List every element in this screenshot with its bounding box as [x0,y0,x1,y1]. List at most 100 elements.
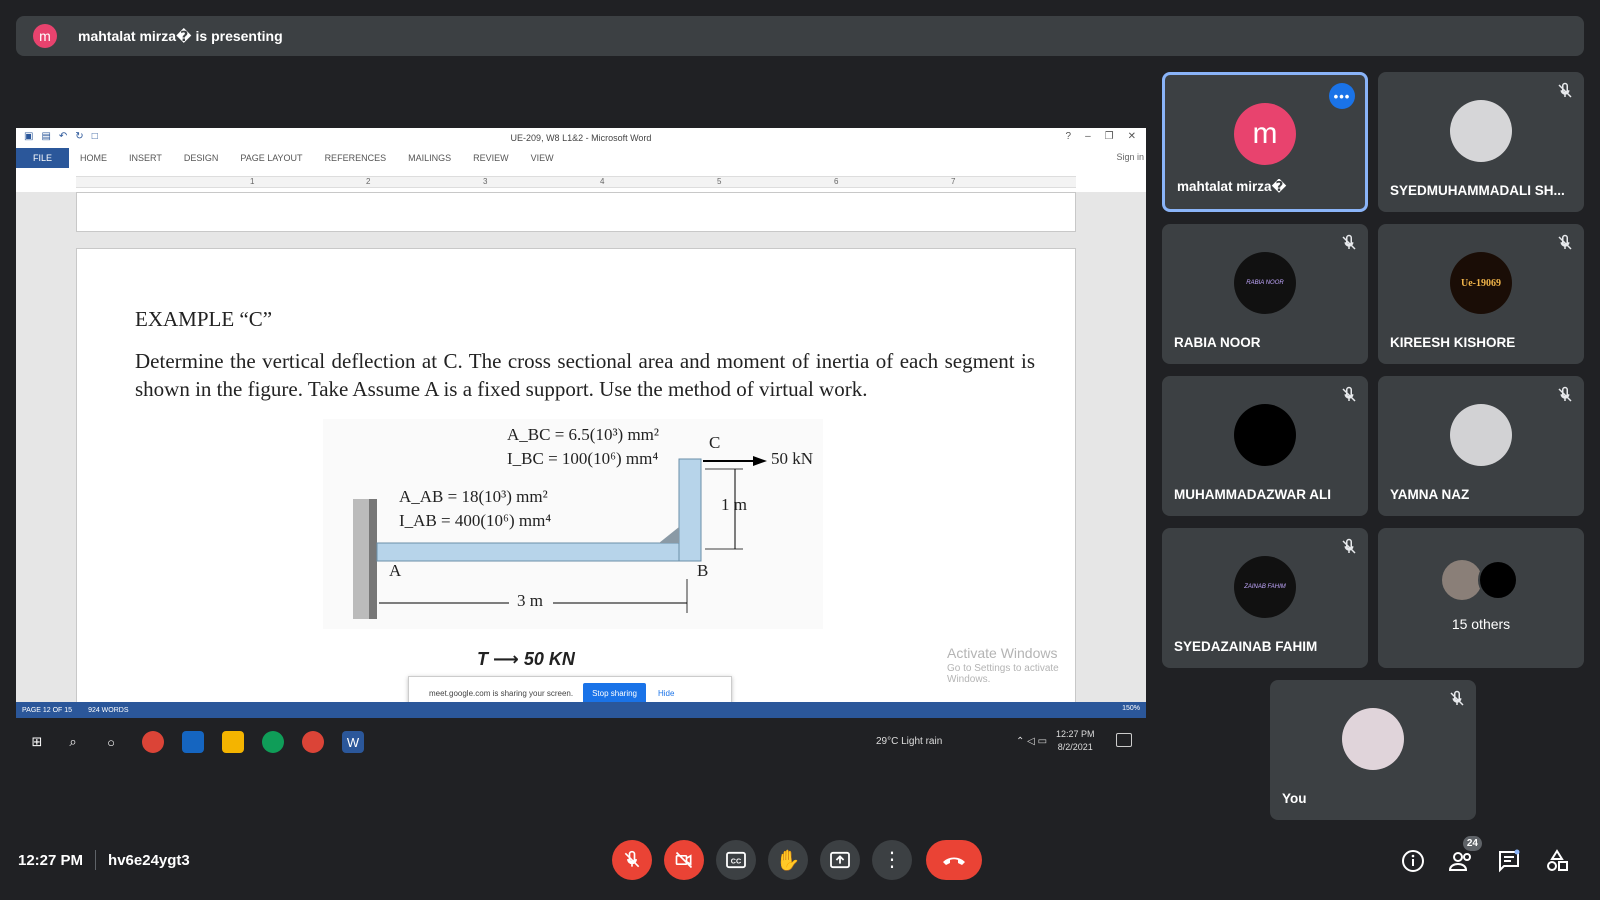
presenter-avatar: m [33,24,57,48]
others-tile[interactable]: 15 others [1378,528,1584,668]
window-controls: ? – ❐ ✕ [1066,131,1136,142]
presenting-text: mahtalat mirza� is presenting [78,27,283,44]
member-ab [376,542,702,562]
shared-screen: ▣ ▤ ↶ ↻ □ UE-209, W8 L1&2 - Microsoft Wo… [16,128,1146,768]
stop-sharing-button[interactable]: Stop sharing [583,682,646,704]
figure-length-label: 3 m [517,591,543,610]
hide-banner-button[interactable]: Hide [658,689,674,698]
participant-avatar: RABIA NOOR [1234,252,1296,314]
ruler-number: 7 [951,177,956,186]
share-banner-text: meet.google.com is sharing your screen. [429,688,574,698]
figure-area-bc: A_BC = 6.5(10³) mm² [507,425,660,444]
participant-avatar [1450,100,1512,162]
chat-button[interactable] [1496,848,1522,874]
raise-hand-button[interactable]: ✋ [768,840,808,880]
ruler-number: 6 [834,177,839,186]
ruler-number: 2 [366,177,371,186]
ruler: 1 2 3 4 5 6 7 [76,176,1076,188]
participant-tile[interactable]: YAMNA NAZ [1378,376,1584,516]
divider [95,850,97,870]
figure-load-label: 50 kN [771,449,814,468]
self-tile[interactable]: You [1270,680,1476,820]
participant-tile[interactable]: SYEDMUHAMMADALI SH... [1378,72,1584,212]
word-taskbar-icon[interactable]: W [342,731,364,753]
word-title-bar: ▣ ▤ ↶ ↻ □ UE-209, W8 L1&2 - Microsoft Wo… [16,128,1146,148]
restore-icon[interactable]: ❐ [1105,131,1114,142]
tab-review[interactable]: REVIEW [462,148,520,168]
present-now-button[interactable] [820,840,860,880]
people-icon [1448,852,1471,871]
participant-tile[interactable]: MUHAMMADAZWAR ALI [1162,376,1368,516]
minimize-icon[interactable]: – [1085,131,1091,142]
mic-toggle-button[interactable] [612,840,652,880]
participant-tile[interactable]: Ue-19069 KIREESH KISHORE [1378,224,1584,364]
edge-icon[interactable] [262,731,284,753]
task-view-icon[interactable]: ○ [100,731,122,753]
mic-off-icon [1558,386,1572,402]
help-icon[interactable]: ? [1066,131,1072,142]
tab-mailings[interactable]: MAILINGS [397,148,462,168]
meeting-details-button[interactable] [1400,848,1426,874]
info-icon [1402,850,1424,872]
tab-design[interactable]: DESIGN [173,148,230,168]
activities-button[interactable] [1544,848,1570,874]
example-title: EXAMPLE “C” [135,307,273,331]
zoom-level[interactable]: 150% [1122,705,1140,712]
file-explorer-icon[interactable] [222,731,244,753]
mic-off-icon [1558,234,1572,250]
ruler-number: 3 [483,177,488,186]
hand-icon: ✋ [775,849,801,872]
participant-avatar [1442,560,1482,600]
participant-avatar [1478,560,1518,600]
taskbar-clock[interactable]: 12:27 PM 8/2/2021 [1056,728,1095,754]
word-count[interactable]: 924 WORDS [88,707,128,714]
more-options-icon[interactable]: ••• [1329,83,1355,109]
tab-view[interactable]: VIEW [520,148,565,168]
ruler-number: 1 [250,177,255,186]
others-avatars [1442,560,1522,600]
word-status-bar: PAGE 12 OF 15 924 WORDS 150% [16,702,1146,718]
participant-tile[interactable]: ZAINAB FAHIM SYEDAZAINAB FAHIM [1162,528,1368,668]
leave-call-button[interactable] [926,840,982,880]
activate-windows-watermark: Activate Windows Go to Settings to activ… [947,645,1075,685]
notification-icon[interactable] [1116,733,1132,747]
more-vert-icon: ⋮ [882,849,902,871]
app-icon[interactable] [182,731,204,753]
mic-off-icon [624,850,640,868]
sign-in-link[interactable]: Sign in [1116,152,1144,162]
participant-name: MUHAMMADAZWAR ALI [1174,487,1331,502]
more-options-button[interactable]: ⋮ [872,840,912,880]
chat-icon [1499,849,1520,873]
captions-icon: CC [726,851,746,869]
tab-insert[interactable]: INSERT [118,148,173,168]
tab-home[interactable]: HOME [69,148,118,168]
camera-toggle-button[interactable] [664,840,704,880]
participant-tile-presenter[interactable]: m ••• mahtalat mirza� [1162,72,1368,212]
windows-taskbar: ⊞ ⌕ ○ W 29°C Light rain ⌃ ◁ ▭ 12:27 PM 8… [16,718,1146,768]
ruler-number: 4 [600,177,605,186]
weather-widget[interactable]: 29°C Light rain [876,736,942,747]
camera-off-icon [675,851,693,869]
chrome-icon[interactable] [142,731,164,753]
chrome-icon[interactable] [302,731,324,753]
page-count[interactable]: PAGE 12 OF 15 [22,707,72,714]
participant-tile[interactable]: RABIA NOOR RABIA NOOR [1162,224,1368,364]
people-button[interactable]: 24 [1448,836,1482,874]
figure-inertia-bc: I_BC = 100(10⁶) mm⁴ [507,449,659,468]
ruler-number: 5 [717,177,722,186]
self-avatar [1342,708,1404,770]
system-tray[interactable]: ⌃ ◁ ▭ [1016,736,1047,747]
close-icon[interactable]: ✕ [1128,131,1136,142]
document-page[interactable]: EXAMPLE “C” Determine the vertical defle… [76,248,1076,718]
document-area[interactable]: EXAMPLE “C” Determine the vertical defle… [16,192,1146,718]
search-icon[interactable]: ⌕ [62,731,84,753]
tab-page-layout[interactable]: PAGE LAYOUT [229,148,313,168]
ribbon-tabs: FILE HOME INSERT DESIGN PAGE LAYOUT REFE… [16,148,1146,168]
tab-file[interactable]: FILE [16,148,70,168]
windows-start-icon[interactable]: ⊞ [26,731,48,753]
figure-label-b: B [697,561,709,580]
captions-button[interactable]: CC [716,840,756,880]
hang-up-icon [943,857,965,865]
tab-references[interactable]: REFERENCES [314,148,398,168]
meeting-code[interactable]: hv6e24ygt3 [108,852,190,869]
